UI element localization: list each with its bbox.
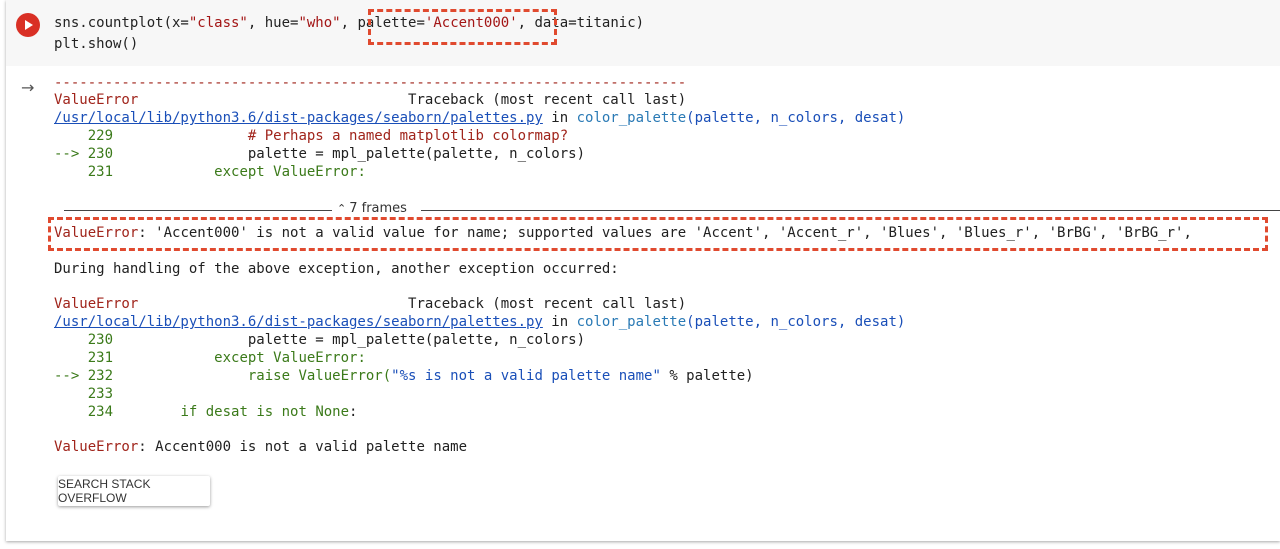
code-line-2[interactable]: plt.show()	[54, 35, 138, 53]
traceback-dashes: ----------------------------------------…	[54, 75, 687, 91]
traceback-line: 234 if desat is not None:	[54, 404, 358, 420]
file-link[interactable]: /usr/local/lib/python3.6/dist-packages/s…	[54, 110, 543, 126]
notebook-cell: sns.countplot(x="class", hue="who", pale…	[6, 0, 1280, 541]
traceback-header-1: ValueError Traceback (most recent call l…	[54, 92, 687, 108]
traceback-line: 229 # Perhaps a named matplotlib colorma…	[54, 128, 569, 144]
traceback-header-2: ValueError Traceback (most recent call l…	[54, 296, 687, 312]
code-editor[interactable]: sns.countplot(x="class", hue="who", pale…	[6, 0, 1280, 66]
run-cell-button[interactable]	[16, 13, 40, 37]
traceback-line: 230 palette = mpl_palette(palette, n_col…	[54, 332, 586, 348]
traceback-line: 231 except ValueError:	[54, 350, 366, 366]
traceback-line: 231 except ValueError:	[54, 164, 366, 180]
during-handling-text: During handling of the above exception, …	[54, 261, 619, 277]
output-icon: →	[21, 78, 35, 97]
traceback-line: 233	[54, 386, 114, 402]
traceback-file-line-2: /usr/local/lib/python3.6/dist-packages/s…	[54, 314, 906, 330]
frames-toggle[interactable]: ⌃ 7 frames	[337, 201, 407, 216]
frames-label: 7 frames	[349, 201, 407, 216]
error-message: ValueError: 'Accent000' is not a valid v…	[54, 225, 1192, 241]
traceback-file-line-1: /usr/local/lib/python3.6/dist-packages/s…	[54, 110, 906, 126]
search-stack-overflow-button[interactable]: SEARCH STACK OVERFLOW	[58, 476, 210, 506]
file-link[interactable]: /usr/local/lib/python3.6/dist-packages/s…	[54, 314, 543, 330]
traceback-line: --> 230 palette = mpl_palette(palette, n…	[54, 146, 586, 162]
traceback-line: --> 232 raise ValueError("%s is not a va…	[54, 368, 754, 384]
final-error-message: ValueError: Accent000 is not a valid pal…	[54, 439, 468, 455]
frames-divider-left	[64, 210, 332, 211]
frames-divider-right	[421, 210, 1280, 211]
chevron-updown-icon: ⌃	[337, 202, 347, 215]
palette-highlight-box	[368, 9, 557, 45]
